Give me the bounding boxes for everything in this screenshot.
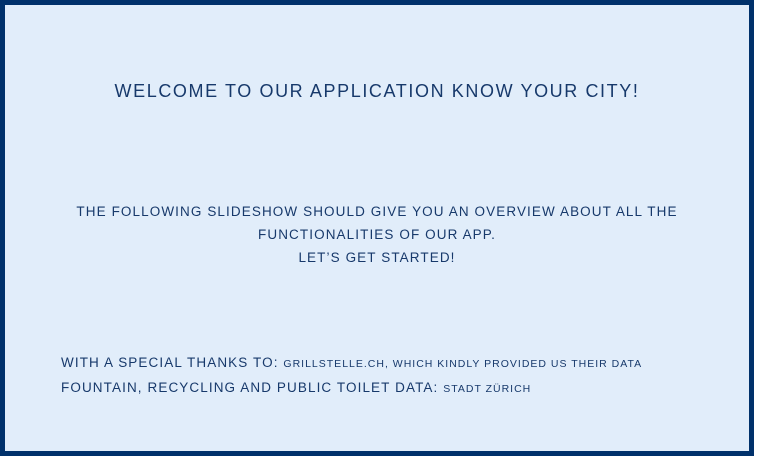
credits-thanks-label: WITH A SPECIAL THANKS TO: (61, 355, 279, 370)
credits-thanks-line: WITH A SPECIAL THANKS TO: GRILLSTELLE.CH… (61, 351, 642, 376)
credits-data-line: FOUNTAIN, RECYCLING AND PUBLIC TOILET DA… (61, 376, 642, 401)
intro-line-3: LET’S GET STARTED! (298, 250, 456, 265)
credits-thanks-value: GRILLSTELLE.CH, WHICH KINDLY PROVIDED US… (283, 358, 643, 370)
credits-data-label: FOUNTAIN, RECYCLING AND PUBLIC TOILET DA… (61, 380, 439, 395)
intro-line-2: FUNCTIONALITIES OF OUR APP. (258, 227, 496, 242)
intro-slide: WELCOME TO OUR APPLICATION KNOW YOUR CIT… (0, 0, 754, 456)
intro-line-1: THE FOLLOWING SLIDESHOW SHOULD GIVE YOU … (76, 204, 678, 219)
slide-title: WELCOME TO OUR APPLICATION KNOW YOUR CIT… (114, 81, 640, 101)
credits: WITH A SPECIAL THANKS TO: GRILLSTELLE.CH… (61, 351, 642, 401)
intro-text: THE FOLLOWING SLIDESHOW SHOULD GIVE YOU … (45, 200, 709, 269)
credits-data-value: STADT ZÜRICH (443, 383, 532, 395)
